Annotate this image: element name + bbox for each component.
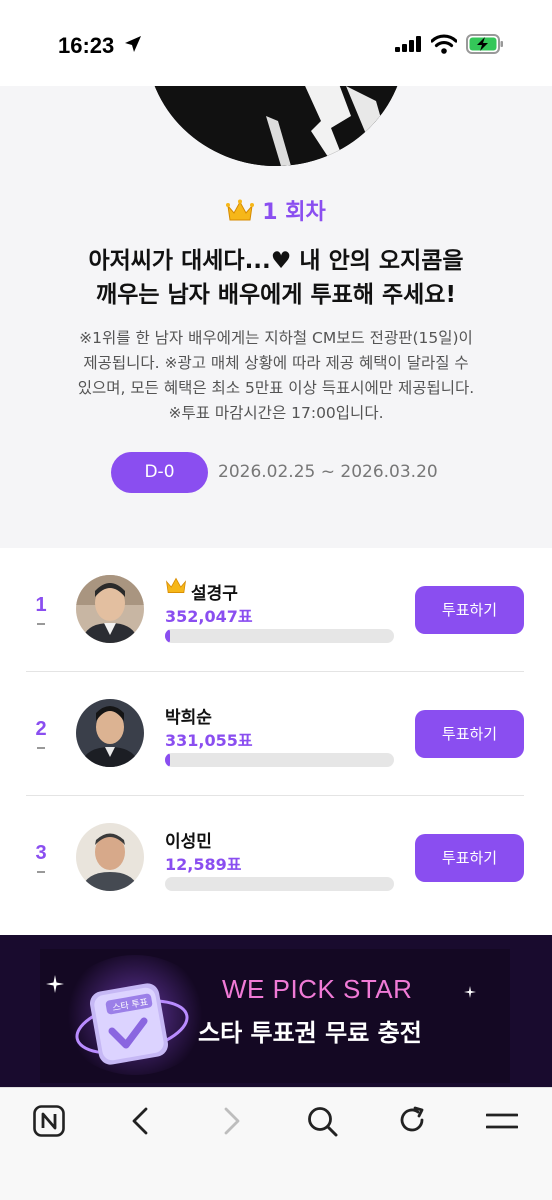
vote-notice: ※1위를 한 남자 배우에게는 지하철 CM보드 전광판(15일)이 제공됩니다… [36,326,516,426]
vote-title: 아저씨가 대세다...♥ 내 안의 오지콤을 깨우는 남자 배우에게 투표해 주… [40,244,512,312]
vote-progress-fill [165,753,170,767]
vote-period: 2026.02.25 ~ 2026.03.20 [218,462,438,482]
notice-line: ※1위를 한 남자 배우에게는 지하철 CM보드 전광판(15일)이 [79,329,473,347]
round-label-text: 1 회차 [262,200,326,225]
vote-progress-track [165,629,394,643]
status-time: 16:23 [58,33,115,58]
banner-brand: WE PICK STAR [222,974,413,1004]
vote-count: 12,589표 [165,855,242,874]
notice-line: 있으며, 모든 혜택은 최소 5만표 이상 득표시에만 제공됩니다. [77,379,475,397]
vote-title-line1: 아저씨가 대세다...♥ 내 안의 오지콤을 [40,244,512,278]
vote-count: 352,047표 [165,607,253,626]
search-icon[interactable] [306,1105,338,1137]
avatar [76,699,144,767]
vote-button[interactable]: 투표하기 [415,710,524,758]
sparkle-icon [46,975,64,993]
vote-ticket-icon: 스타 투표 [75,983,189,1065]
candidate-row: 1 설경구 352,047표 투표하기 [26,548,524,672]
back-icon[interactable] [128,1107,152,1135]
vote-count: 331,055표 [165,731,253,750]
vote-hero-section: 1 회차 아저씨가 대세다...♥ 내 안의 오지콤을 깨우는 남자 배우에게 … [0,86,552,548]
vote-button[interactable]: 투표하기 [415,834,524,882]
vote-progress-track [165,877,394,891]
battery-charging-icon [466,34,503,54]
candidate-row: 2 박희순 331,055표 투표하기 [26,672,524,796]
rank-change-indicator [37,747,45,749]
avatar [76,823,144,891]
crown-icon [165,577,187,593]
candidate-name: 이성민 [165,832,212,852]
rank-number: 2 [35,718,47,740]
rank-change-indicator [37,871,45,873]
candidate-row: 3 이성민 12,589표 투표하기 [26,796,524,920]
wifi-icon [431,34,457,54]
notice-line: 제공됩니다. ※광고 매체 상황에 따라 제공 혜택이 달라질 수 [83,354,469,372]
free-ticket-banner[interactable]: 스타 투표 WE PICK STAR 스타 투표권 무료 충전 [0,935,552,1087]
candidate-name: 설경구 [191,584,238,604]
notice-line: ※투표 마감시간은 17:00입니다. [168,404,384,422]
vote-progress-fill [165,629,170,643]
forward-icon[interactable] [220,1107,244,1135]
location-arrow-icon [125,36,141,52]
status-bar: 16:23 [0,0,552,86]
dday-badge: D-0 [111,452,208,493]
rank-number: 3 [35,842,47,864]
menu-icon[interactable] [486,1112,518,1130]
event-poster-image [146,86,406,166]
banner-headline: 스타 투표권 무료 충전 [198,1019,422,1047]
rank-change-indicator [37,623,45,625]
round-label: 1 회차 [0,194,552,226]
candidate-name: 박희순 [165,708,212,728]
vote-title-line2: 깨우는 남자 배우에게 투표해 주세요! [96,282,456,308]
heart-icon: ♥ [270,248,292,274]
sparkle-icon [464,986,476,998]
avatar [76,575,144,643]
vote-title-part: 아저씨가 대세다... [88,248,271,274]
vote-title-part-end: 내 안의 오지콤을 [291,248,464,274]
refresh-icon[interactable] [397,1105,427,1135]
cellular-signal-icon [395,36,421,52]
rank-number: 1 [35,594,47,616]
crown-icon [226,199,255,221]
browser-toolbar [0,1087,552,1200]
vote-progress-track [165,753,394,767]
vote-button[interactable]: 투표하기 [415,586,524,634]
naver-home-icon[interactable] [33,1105,65,1137]
